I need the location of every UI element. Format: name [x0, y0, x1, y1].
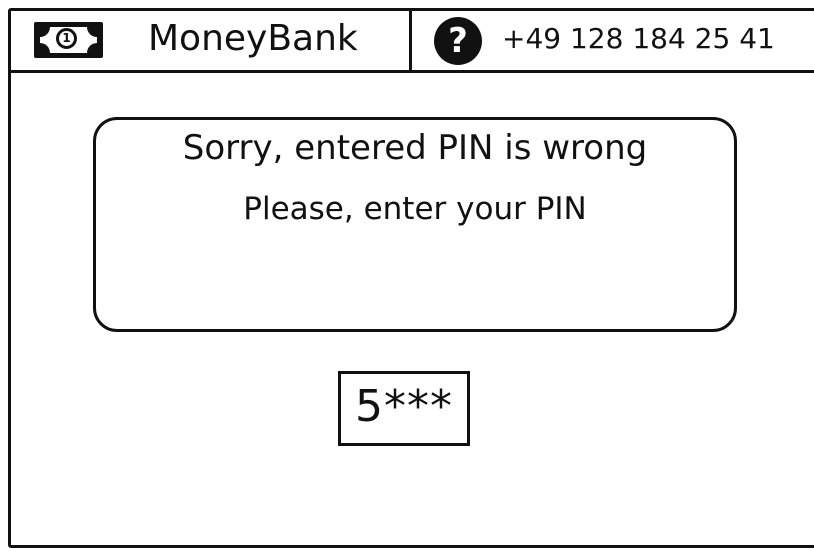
message-box: Sorry, entered PIN is wrong Please, ente… [93, 117, 737, 332]
support-phone-number: +49 128 184 25 41 [502, 22, 775, 55]
brand-name: MoneyBank [148, 18, 358, 59]
error-message: Sorry, entered PIN is wrong [182, 128, 648, 168]
help-icon[interactable]: ? [434, 17, 482, 65]
pin-input[interactable]: 5*** [338, 371, 470, 446]
coin-glyph: 1 [56, 28, 77, 49]
header-bar: 1 MoneyBank ? +49 128 184 25 41 [8, 8, 814, 73]
support-section: ? +49 128 184 25 41 [412, 8, 814, 70]
money-bill-icon: 1 [34, 22, 103, 58]
brand-section: 1 MoneyBank [8, 8, 412, 70]
instruction-message: Please, enter your PIN [243, 191, 587, 227]
